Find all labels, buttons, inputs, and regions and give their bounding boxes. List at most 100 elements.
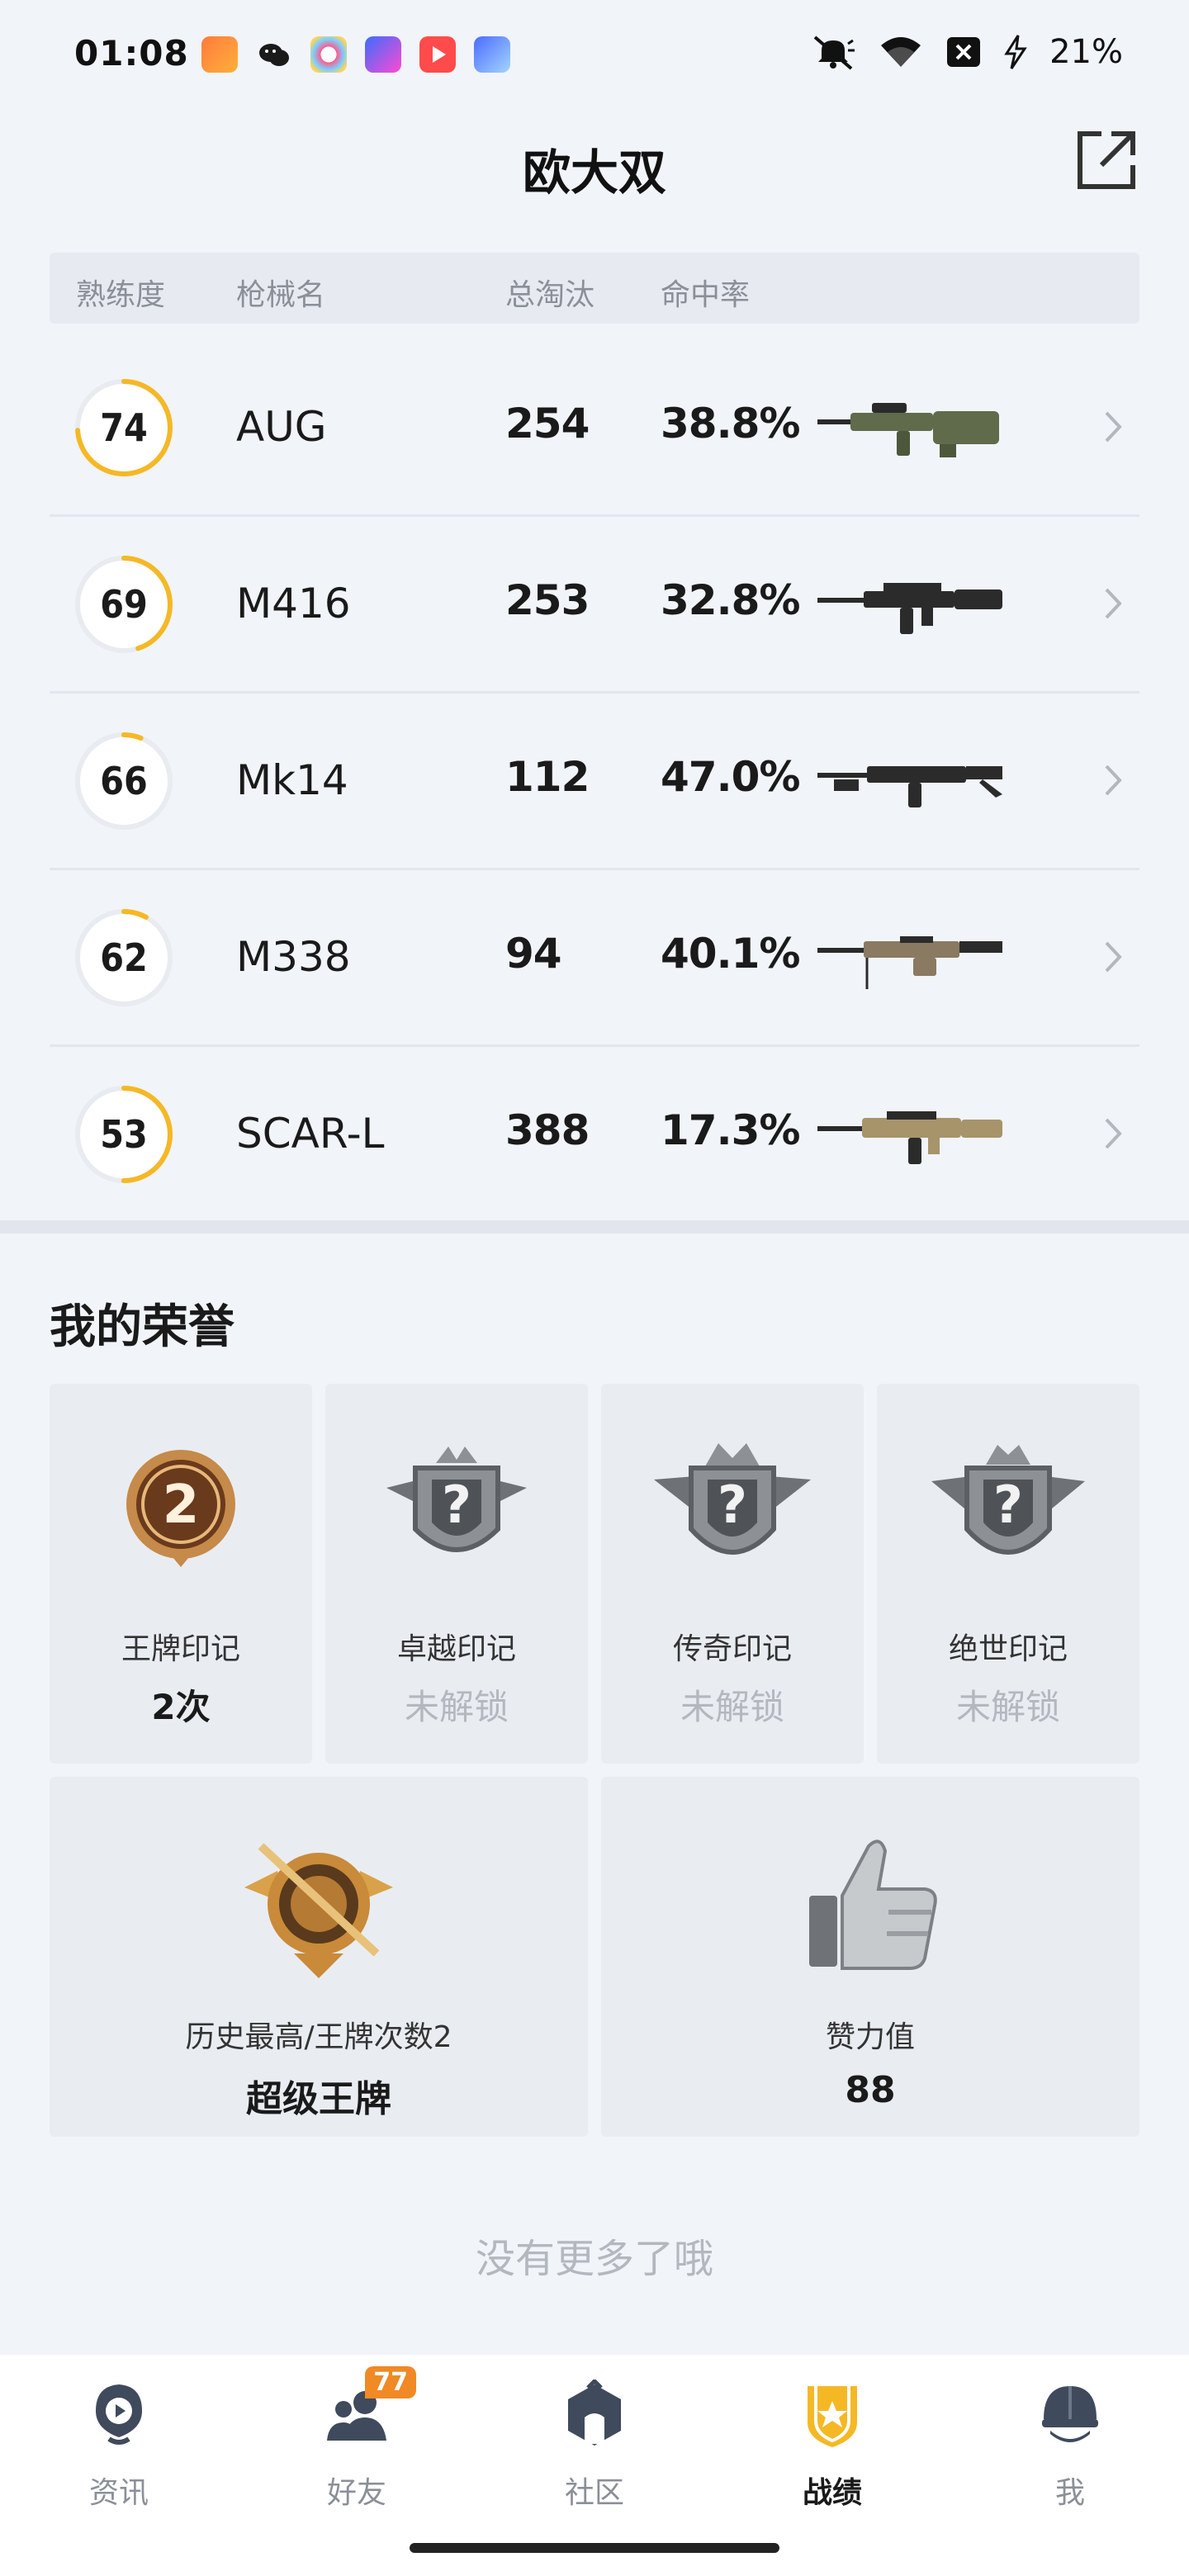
friends-notification-badge: 77 (365, 2366, 416, 2398)
honor-value: 2次 (151, 1687, 211, 1727)
m338-gun-image (817, 936, 1002, 989)
share-button[interactable] (1073, 127, 1139, 193)
honor-value: 未解锁 (404, 1687, 509, 1727)
proficiency-value: 69 (100, 582, 148, 627)
status-icons: 21% (810, 33, 1123, 71)
nav-tab-news[interactable]: 资讯 (36, 2379, 201, 2512)
locked-badge-icon: ? (654, 1443, 811, 1555)
nav-tab-community[interactable]: 社区 (512, 2378, 677, 2512)
nav-label: 社区 (564, 2476, 624, 2510)
honor-value: 未解锁 (955, 1687, 1060, 1727)
accuracy-value: 40.1% (661, 930, 800, 978)
scar-l-rifle-image (817, 1111, 1002, 1164)
honor-name: 卓越印记 (396, 1632, 516, 1666)
chevron-right-icon (1105, 765, 1122, 796)
ace-medal-number: 2 (163, 1475, 200, 1536)
share-icon (1078, 131, 1135, 189)
home-indicator[interactable] (410, 2543, 779, 2553)
likes-label: 赞力值 (825, 2020, 915, 2054)
honor-name: 传奇印记 (672, 1632, 792, 1666)
section-divider (0, 1220, 1189, 1234)
eliminations-value: 254 (505, 400, 590, 447)
honor-summary-row: 历史最高/王牌次数2 超级王牌 赞力值 88 (50, 1777, 1139, 2137)
nav-tab-friends[interactable]: 77 好友 (274, 2366, 439, 2512)
eliminations-value: 94 (505, 930, 562, 978)
nav-label: 我 (1054, 2476, 1085, 2510)
honor-name: 王牌印记 (121, 1632, 240, 1666)
eliminations-value: 388 (505, 1106, 590, 1154)
highest-tier-card[interactable]: 历史最高/王牌次数2 超级王牌 (50, 1777, 588, 2137)
weapon-row-scar-l[interactable]: 53 SCAR-L 388 17.3% (50, 1047, 1139, 1224)
weapon-table-header: 熟练度 枪械名 总淘汰 命中率 (50, 253, 1139, 324)
honor-card-legend[interactable]: ? 传奇印记 未解锁 (601, 1384, 864, 1764)
proficiency-value: 74 (100, 405, 148, 450)
super-ace-emblem-icon (244, 1843, 393, 1978)
weapon-name: AUG (236, 403, 327, 451)
aug-rifle-image (817, 403, 999, 457)
eliminations-value: 112 (505, 753, 590, 801)
weapon-row-m416[interactable]: 69 M416 253 32.8% (50, 517, 1139, 694)
ace-medal-icon: 2 (126, 1450, 235, 1567)
weapon-row-m338[interactable]: 62 M338 94 40.1% (50, 870, 1139, 1047)
weapon-name: Mk14 (236, 756, 348, 804)
nav-label: 战绩 (802, 2476, 862, 2510)
honor-card-peerless[interactable]: ? 绝世印记 未解锁 (877, 1384, 1139, 1764)
locked-badge-mark: ? (718, 1475, 747, 1535)
proficiency-value: 53 (100, 1112, 148, 1157)
likes-value: 88 (845, 2069, 896, 2111)
accuracy-value: 47.0% (661, 753, 800, 801)
likes-card[interactable]: 赞力值 88 (601, 1777, 1139, 2137)
proficiency-ring: 69 (73, 553, 175, 656)
weapon-row-mk14[interactable]: 66 Mk14 112 47.0% (50, 694, 1139, 870)
proficiency-ring: 66 (73, 730, 175, 832)
status-time: 01:08 (74, 33, 189, 73)
honor-card-excellence[interactable]: ? 卓越印记 未解锁 (325, 1384, 588, 1764)
honor-section-title: 我的荣誉 (50, 1300, 234, 1354)
proficiency-ring: 74 (73, 376, 175, 479)
accuracy-value: 17.3% (661, 1106, 800, 1154)
column-proficiency: 熟练度 (76, 278, 166, 312)
column-accuracy: 命中率 (661, 278, 751, 312)
nav-label: 好友 (326, 2476, 386, 2510)
mk14-rifle-image (817, 766, 1002, 807)
honor-value: 未解锁 (680, 1687, 784, 1727)
chevron-right-icon (1105, 941, 1122, 973)
weapon-table: 74 AUG 254 38.8% 69 M416 253 32.8% 66 Mk… (50, 340, 1139, 1224)
proficiency-value: 66 (100, 759, 148, 803)
weapon-name: M416 (236, 580, 351, 627)
page-title: 欧大双 (522, 144, 666, 201)
weapon-row-aug[interactable]: 74 AUG 254 38.8% (50, 340, 1139, 517)
highest-tier-value: 超级王牌 (246, 2078, 391, 2120)
mute-icon (810, 34, 856, 70)
notification-app-icons (201, 36, 510, 73)
locked-badge-icon: ? (386, 1447, 527, 1552)
record-icon (798, 2379, 867, 2449)
battery-level: 21% (1049, 33, 1123, 71)
community-icon (560, 2378, 629, 2449)
chevron-right-icon (1105, 588, 1122, 619)
proficiency-value: 62 (100, 935, 148, 980)
friends-icon: 77 (322, 2366, 416, 2449)
wechat-icon (256, 36, 292, 73)
nav-label: 资讯 (88, 2476, 149, 2510)
nav-tab-record[interactable]: 战绩 (750, 2379, 915, 2512)
proficiency-ring: 53 (73, 1083, 175, 1186)
accuracy-value: 38.8% (661, 400, 800, 447)
end-of-list-text: 没有更多了哦 (475, 2236, 713, 2282)
app-3-icon (310, 36, 347, 73)
weapon-name: SCAR-L (236, 1110, 385, 1158)
thumbs-up-icon (809, 1840, 937, 1970)
news-icon (84, 2379, 154, 2449)
honor-badges-grid: 2 王牌印记 2次 ? 卓越印记 未解锁 ? 传奇印记 未解锁 ? 绝世印记 未… (50, 1384, 1139, 1764)
nav-tab-profile[interactable]: 我 (988, 2379, 1153, 2512)
chevron-right-icon (1105, 1118, 1122, 1149)
column-eliminations: 总淘汰 (505, 278, 595, 312)
game-icon (474, 36, 510, 73)
honor-card-ace[interactable]: 2 王牌印记 2次 (50, 1384, 312, 1764)
accuracy-value: 32.8% (661, 576, 800, 624)
profile-icon (1035, 2379, 1105, 2449)
proficiency-ring: 62 (73, 907, 175, 1009)
locked-badge-mark: ? (993, 1475, 1023, 1535)
wifi-icon (878, 34, 924, 70)
sim-off-icon (945, 34, 982, 70)
